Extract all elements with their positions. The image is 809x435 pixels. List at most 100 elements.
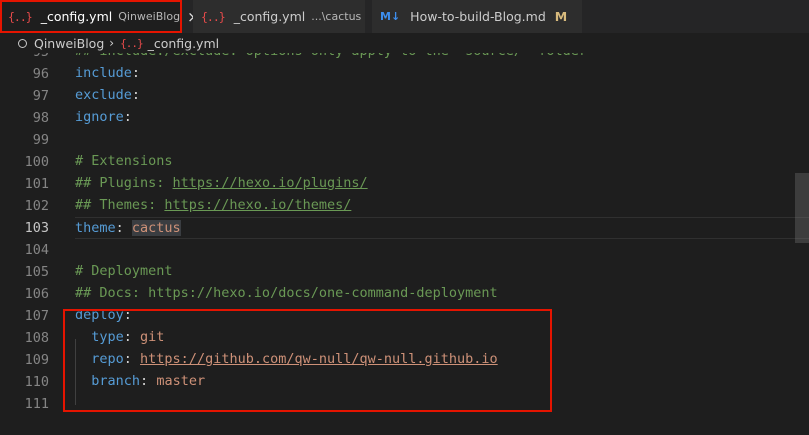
breadcrumb-file[interactable]: _config.yml: [148, 36, 220, 51]
code-line[interactable]: type: git: [75, 327, 809, 349]
chevron-right-icon: ›: [109, 36, 115, 50]
code-token: :: [131, 87, 141, 103]
code-token: exclude: [75, 87, 132, 103]
code-line[interactable]: [75, 239, 809, 261]
editor-tab-bar: {..} _config.yml QinweiBlog × {..} _conf…: [0, 0, 809, 33]
code-token: :: [131, 65, 141, 81]
code-token: :: [123, 329, 141, 345]
line-number: 96: [32, 66, 49, 82]
code-line[interactable]: [75, 393, 809, 415]
code-line-row: 108 type: git: [0, 327, 809, 349]
code-token: cactus: [131, 220, 181, 236]
tab-description: ...\cactus: [311, 10, 362, 23]
line-number: 103: [24, 220, 49, 236]
code-line-row: 97 exclude:: [0, 85, 809, 107]
code-token: :: [123, 351, 141, 367]
line-number: 111: [24, 396, 49, 412]
code-token: https://github.com/qw-null/qw-null.githu…: [140, 351, 498, 367]
code-line-row: 100 # Extensions: [0, 151, 809, 173]
code-line-row: 101 ## Plugins: https://hexo.io/plugins/: [0, 173, 809, 195]
tab-filename: How-to-build-Blog.md: [410, 9, 546, 24]
tab-config-qinweiblog[interactable]: {..} _config.yml QinweiBlog ×: [0, 0, 200, 33]
code-line-row: 110 branch: master: [0, 371, 809, 393]
line-number: 105: [24, 264, 49, 280]
yaml-file-icon: {..}: [8, 9, 33, 24]
code-line-row: 98 ignore:: [0, 107, 809, 129]
tab-config-cactus[interactable]: {..} _config.yml ...\cactus: [193, 0, 365, 33]
code-line[interactable]: repo: https://github.com/qw-null/qw-null…: [75, 349, 809, 371]
line-number: 100: [24, 154, 49, 170]
code-line-row: 105 # Deployment: [0, 261, 809, 283]
yaml-file-icon: {..}: [201, 9, 226, 24]
code-line[interactable]: theme: cactus: [75, 217, 809, 239]
line-number: 104: [24, 242, 49, 258]
code-token: # Deployment: [75, 263, 173, 279]
code-token: https://hexo.io/themes/: [164, 197, 352, 213]
breadcrumb-folder[interactable]: QinweiBlog: [34, 36, 104, 51]
code-token: repo: [91, 351, 124, 367]
code-editor[interactable]: 95 ## include:/exclude: options only appl…: [0, 53, 809, 435]
code-line-row: 107 deploy:: [0, 305, 809, 327]
code-token: include: [75, 65, 132, 81]
code-token: ## Themes:: [75, 197, 165, 213]
vertical-scrollbar[interactable]: [795, 53, 809, 435]
line-number: 108: [24, 330, 49, 346]
code-token: ## include:/exclude: options only apply …: [75, 53, 587, 59]
scrollbar-thumb[interactable]: [795, 173, 809, 243]
code-line-row: 106 ## Docs: https://hexo.io/docs/one-com…: [0, 283, 809, 305]
tab-filename: _config.yml: [233, 9, 306, 24]
code-line[interactable]: exclude:: [75, 85, 809, 107]
line-number: 101: [24, 176, 49, 192]
code-line[interactable]: # Deployment: [75, 261, 809, 283]
code-line[interactable]: ## include:/exclude: options only apply …: [75, 53, 809, 63]
code-line[interactable]: [75, 129, 809, 151]
breadcrumb: QinweiBlog › {..} _config.yml: [0, 33, 809, 53]
line-number: 98: [32, 110, 49, 126]
code-token: https://hexo.io/plugins/: [172, 175, 368, 191]
code-line[interactable]: # Extensions: [75, 151, 809, 173]
yaml-file-icon: {..}: [120, 36, 143, 50]
markdown-file-icon: M↓: [380, 10, 401, 23]
code-token: master: [156, 373, 206, 389]
code-token: theme: [75, 220, 116, 236]
code-line-row: 111: [0, 393, 809, 415]
code-line[interactable]: include:: [75, 63, 809, 85]
code-line[interactable]: ## Themes: https://hexo.io/themes/: [75, 195, 809, 217]
code-token: :: [115, 220, 132, 236]
tab-how-to-build-blog[interactable]: M↓ How-to-build-Blog.md M: [372, 0, 582, 33]
code-token: ## Plugins:: [75, 175, 173, 191]
code-line[interactable]: branch: master: [75, 371, 809, 393]
code-line[interactable]: ## Docs: https://hexo.io/docs/one-comman…: [75, 283, 809, 305]
code-line[interactable]: deploy:: [75, 305, 809, 327]
indent-guide: [75, 339, 76, 405]
code-line-row: 102 ## Themes: https://hexo.io/themes/: [0, 195, 809, 217]
line-number: 110: [24, 374, 49, 390]
code-line-row: 96 include:: [0, 63, 809, 85]
code-token: deploy: [75, 307, 124, 323]
folder-circle-icon: [18, 38, 27, 48]
line-number: 109: [24, 352, 49, 368]
code-token: :: [123, 307, 132, 323]
modified-badge: M: [554, 9, 568, 24]
tab-description: QinweiBlog: [118, 10, 181, 23]
code-line[interactable]: ## Plugins: https://hexo.io/plugins/: [75, 173, 809, 195]
tab-filename: _config.yml: [40, 9, 113, 24]
line-number: 97: [32, 88, 49, 104]
code-token: type: [91, 329, 124, 345]
code-token: branch: [91, 373, 141, 389]
code-token: ignore: [75, 109, 124, 125]
code-line-row: 95 ## include:/exclude: options only appl…: [0, 53, 809, 63]
line-number: 95: [0, 53, 49, 63]
code-line-row: 103 theme: cactus: [0, 217, 809, 239]
code-line-row: 109 repo: https://github.com/qw-null/qw-…: [0, 349, 809, 371]
code-token: ## Docs: https://hexo.io/docs/one-comman…: [75, 285, 498, 301]
line-number: 102: [24, 198, 49, 214]
line-number: 99: [32, 132, 49, 148]
code-token: # Extensions: [75, 153, 173, 169]
code-line-row: 99: [0, 129, 809, 151]
code-line[interactable]: ignore:: [75, 107, 809, 129]
code-token: :: [140, 373, 157, 389]
